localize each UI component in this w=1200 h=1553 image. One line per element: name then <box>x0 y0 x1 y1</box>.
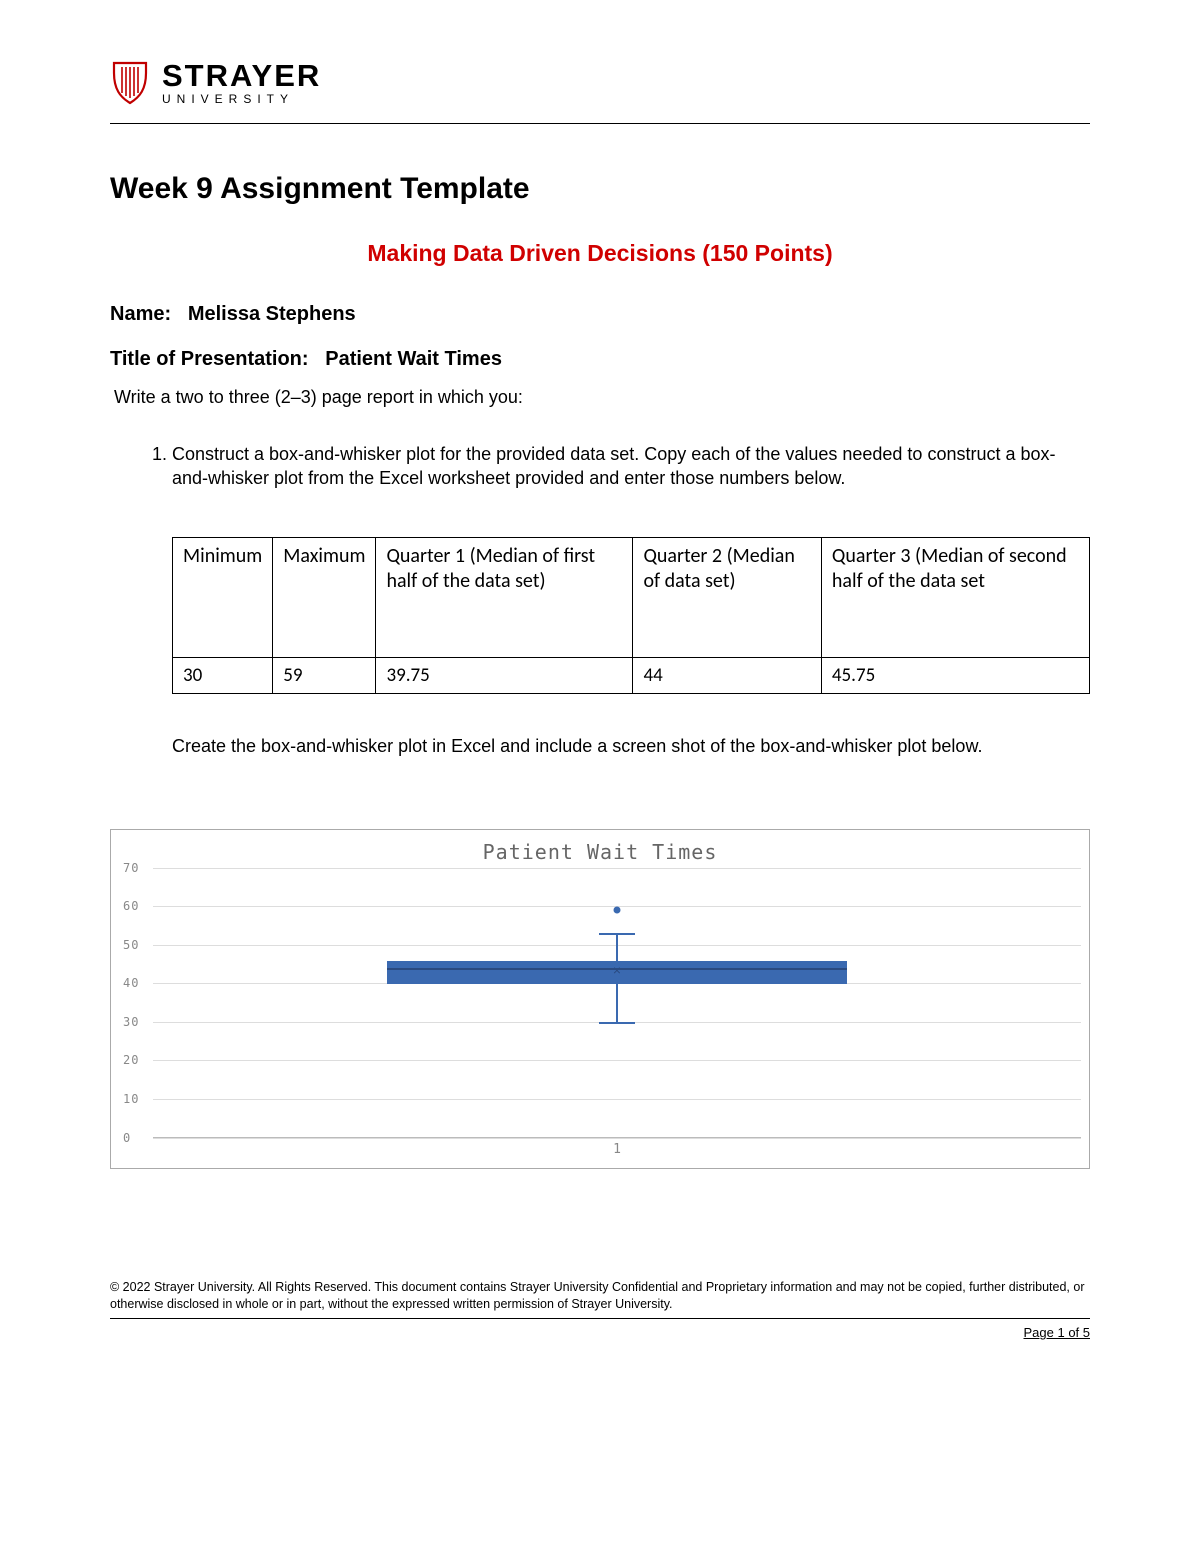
page-title: Week 9 Assignment Template <box>110 172 1090 206</box>
table-row: 30 59 39.75 44 45.75 <box>173 657 1090 694</box>
whisker-high <box>616 933 618 961</box>
y-tick: 0 <box>123 1131 131 1145</box>
y-tick: 10 <box>123 1092 139 1106</box>
y-tick: 50 <box>123 938 139 952</box>
whisker-low <box>616 984 618 1022</box>
col-header-max: Maximum <box>273 537 376 657</box>
header: STRAYER UNIVERSITY <box>110 60 1090 124</box>
cell-q1: 39.75 <box>376 657 633 694</box>
y-tick: 30 <box>123 1015 139 1029</box>
brand-subtitle: UNIVERSITY <box>162 93 321 105</box>
after-table-text: Create the box-and-whisker plot in Excel… <box>172 734 1090 758</box>
name-label: Name: <box>110 303 171 325</box>
name-field: Name: Melissa Stephens <box>110 303 1090 326</box>
presentation-value: Patient Wait Times <box>325 348 502 370</box>
whisker-cap-low <box>599 1022 635 1024</box>
grid-line <box>153 1060 1081 1061</box>
quartile-table: Minimum Maximum Quarter 1 (Median of fir… <box>172 537 1090 695</box>
y-tick: 70 <box>123 861 139 875</box>
grid-line <box>153 1138 1081 1139</box>
col-header-q3: Quarter 3 (Median of second half of the … <box>821 537 1089 657</box>
col-header-q2: Quarter 2 (Median of data set) <box>633 537 821 657</box>
y-tick: 40 <box>123 976 139 990</box>
x-tick: 1 <box>613 1142 621 1157</box>
prompt-text: Write a two to three (2–3) page report i… <box>114 387 1090 408</box>
presentation-label: Title of Presentation: <box>110 348 309 370</box>
cell-max: 59 <box>273 657 376 694</box>
document-page: STRAYER UNIVERSITY Week 9 Assignment Tem… <box>0 0 1200 1370</box>
y-tick: 20 <box>123 1053 139 1067</box>
outlier-point <box>614 907 621 914</box>
brand-text: STRAYER UNIVERSITY <box>162 60 321 105</box>
page-number: Page 1 of 5 <box>110 1325 1090 1340</box>
col-header-min: Minimum <box>173 537 273 657</box>
instruction-list: Construct a box-and-whisker plot for the… <box>172 442 1090 491</box>
y-tick: 60 <box>123 899 139 913</box>
grid-line <box>153 1099 1081 1100</box>
col-header-q1: Quarter 1 (Median of first half of the d… <box>376 537 633 657</box>
footer: © 2022 Strayer University. All Rights Re… <box>110 1279 1090 1320</box>
table-row: Minimum Maximum Quarter 1 (Median of fir… <box>173 537 1090 657</box>
mean-mark: × <box>613 964 621 980</box>
list-item: Construct a box-and-whisker plot for the… <box>172 442 1090 491</box>
cell-min: 30 <box>173 657 273 694</box>
assignment-subtitle: Making Data Driven Decisions (150 Points… <box>110 240 1090 267</box>
footer-text: © 2022 Strayer University. All Rights Re… <box>110 1279 1090 1313</box>
cell-q3: 45.75 <box>821 657 1089 694</box>
chart-title: Patient Wait Times <box>119 840 1081 864</box>
grid-line <box>153 868 1081 869</box>
presentation-field: Title of Presentation: Patient Wait Time… <box>110 348 1090 371</box>
plot-area: 1 010203040506070× <box>153 868 1081 1138</box>
cell-q2: 44 <box>633 657 821 694</box>
name-value: Melissa Stephens <box>188 303 356 325</box>
brand-name: STRAYER <box>162 60 321 91</box>
whisker-cap-high <box>599 933 635 935</box>
boxplot-chart: Patient Wait Times 1 010203040506070× <box>110 829 1090 1169</box>
shield-icon <box>110 61 150 105</box>
